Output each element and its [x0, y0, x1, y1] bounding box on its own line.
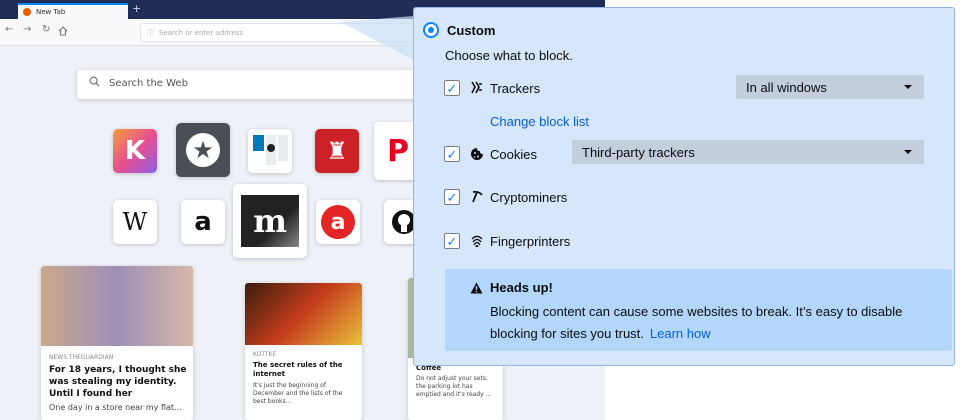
- content-blocking-panel: Custom Choose what to block. ✓ Trackers …: [413, 7, 955, 366]
- panel-arrow-beam: [340, 16, 414, 60]
- cryptominers-checkbox[interactable]: ✓: [444, 189, 460, 205]
- cryptominers-label: Cryptominers: [490, 190, 568, 205]
- fingerprinters-label: Fingerprinters: [490, 234, 571, 249]
- top-site-a[interactable]: a: [316, 200, 360, 244]
- top-site-k[interactable]: K: [113, 129, 157, 173]
- top-site-amazon[interactable]: a: [181, 200, 225, 244]
- warning-icon: [470, 282, 483, 294]
- cookies-dropdown-value: Third-party trackers: [582, 145, 695, 160]
- story-excerpt: One day in a store near my flat...: [49, 403, 182, 412]
- story-image: [41, 266, 193, 346]
- tracker-icon: [471, 81, 482, 94]
- home-icon[interactable]: [58, 26, 68, 36]
- back-icon[interactable]: ←: [5, 24, 13, 35]
- story-card-guardian[interactable]: NEWS.THEGUARDIAN For 18 years, I thought…: [41, 266, 193, 420]
- learn-how-link[interactable]: Learn how: [650, 326, 711, 341]
- top-site-lighthouse[interactable]: ♜: [315, 129, 359, 173]
- reload-icon[interactable]: ↻: [42, 24, 50, 35]
- story-source: KOTTKE: [253, 351, 277, 358]
- url-placeholder: Search or enter address: [159, 29, 244, 37]
- search-icon: [89, 76, 100, 87]
- story-title: The secret rules of the internet: [253, 361, 343, 378]
- custom-title: Custom: [447, 23, 496, 38]
- chevron-down-icon: [904, 85, 912, 89]
- trello-board-icon: [253, 135, 288, 165]
- top-site-star[interactable]: ★: [176, 123, 230, 177]
- chevron-down-icon: [904, 150, 912, 154]
- trackers-label: Trackers: [490, 81, 541, 96]
- web-search-input[interactable]: Search the Web: [77, 70, 422, 99]
- tab-new-tab[interactable]: New Tab: [18, 3, 128, 19]
- new-tab-button[interactable]: +: [132, 2, 141, 15]
- cookie-icon: [471, 148, 483, 160]
- story-image: [245, 283, 362, 345]
- tab-title: New Tab: [36, 8, 66, 16]
- cookies-checkbox[interactable]: ✓: [444, 146, 460, 162]
- info-icon: ⓘ: [147, 29, 154, 37]
- fingerprinters-checkbox[interactable]: ✓: [444, 233, 460, 249]
- story-source: NEWS.THEGUARDIAN: [49, 354, 114, 361]
- heads-up-title: Heads up!: [490, 280, 553, 295]
- story-excerpt: It's just the beginning of December and …: [253, 382, 343, 405]
- top-site-m[interactable]: m: [233, 184, 307, 258]
- custom-radio-button[interactable]: [423, 22, 439, 38]
- trackers-scope-dropdown[interactable]: In all windows: [736, 75, 924, 99]
- top-site-trello[interactable]: [248, 129, 292, 173]
- trackers-dropdown-value: In all windows: [746, 80, 827, 95]
- choose-what-to-block-label: Choose what to block.: [445, 48, 573, 63]
- fingerprint-icon: [471, 235, 483, 248]
- heads-up-message: Blocking content can cause some websites…: [490, 301, 940, 345]
- story-excerpt: Do not adjust your sets: the parking lot…: [416, 375, 492, 398]
- cookies-label: Cookies: [490, 147, 537, 162]
- story-title: For 18 years, I thought she was stealing…: [49, 365, 187, 399]
- change-block-list-link[interactable]: Change block list: [490, 114, 589, 129]
- forward-icon[interactable]: →: [23, 24, 31, 35]
- story-card-kottke[interactable]: KOTTKE The secret rules of the internet …: [245, 283, 362, 420]
- heads-up-notice: Heads up! Blocking content can cause som…: [445, 269, 952, 351]
- cookies-type-dropdown[interactable]: Third-party trackers: [572, 140, 924, 164]
- cryptominer-icon: [472, 190, 483, 203]
- trackers-checkbox[interactable]: ✓: [444, 80, 460, 96]
- firefox-favicon-icon: [23, 8, 31, 16]
- top-site-wikipedia[interactable]: W: [113, 200, 157, 244]
- search-placeholder: Search the Web: [109, 78, 188, 89]
